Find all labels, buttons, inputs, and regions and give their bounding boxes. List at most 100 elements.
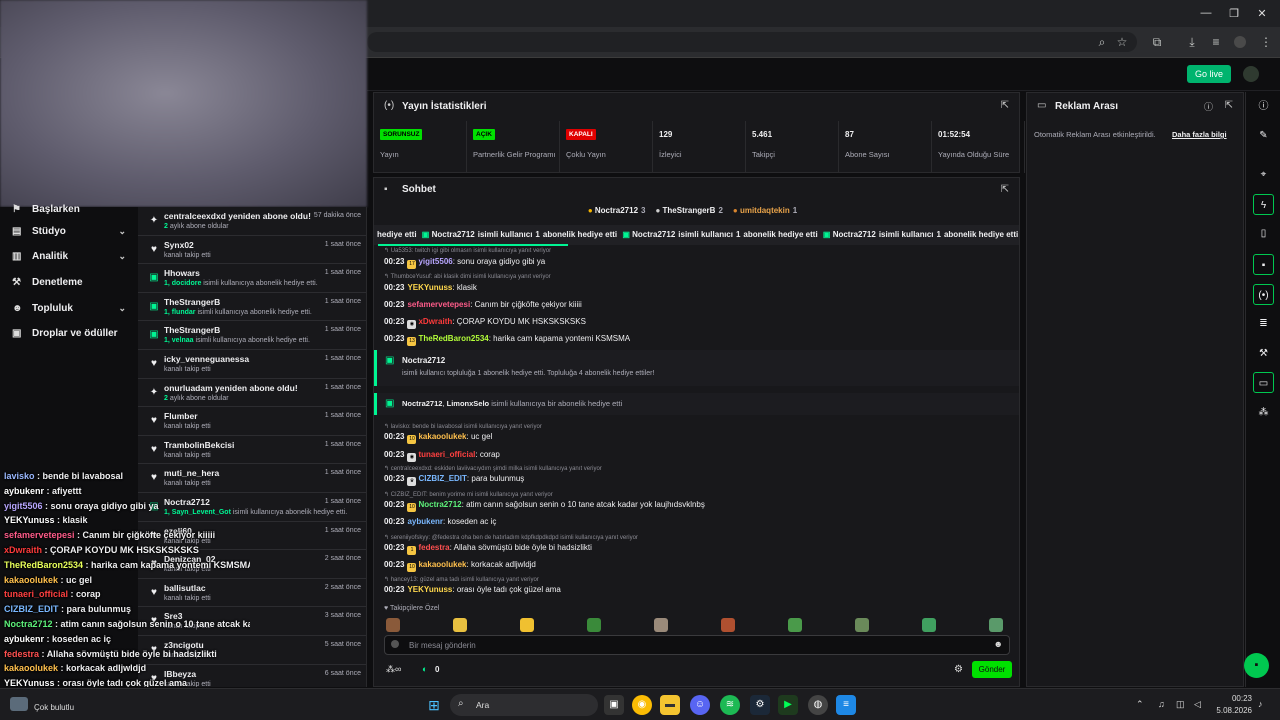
- weather-icon[interactable]: [10, 697, 28, 711]
- gift-user[interactable]: Noctra2712: [402, 399, 442, 408]
- zoom-icon[interactable]: ⌕: [1093, 33, 1111, 51]
- nav-item-drops-rewards[interactable]: ▣ Droplar ve ödüller: [0, 321, 138, 345]
- chat-username[interactable]: aybukenr: [407, 517, 443, 526]
- chat-username[interactable]: TheRedBaron2534: [418, 334, 488, 343]
- people-icon[interactable]: ⁂: [1253, 402, 1274, 423]
- leader-name[interactable]: Noctra2712: [595, 206, 638, 215]
- chat-bubble-icon[interactable]: ▪: [1253, 254, 1274, 275]
- microphone-icon[interactable]: ♫: [1158, 699, 1165, 709]
- emote-picker-icon[interactable]: ☻: [994, 639, 1003, 649]
- bookmark-star-icon[interactable]: ☆: [1113, 33, 1131, 51]
- popout-icon[interactable]: ⇱: [1225, 100, 1233, 111]
- gift-user[interactable]: Noctra2712: [402, 356, 445, 365]
- snapshot-icon[interactable]: ⌖: [1253, 164, 1274, 185]
- edit-pencil-icon[interactable]: ✎: [1253, 125, 1274, 146]
- feed-item[interactable]: ♥ icky_venneguanessa kanalı takip etti 1 sa…: [138, 350, 366, 379]
- chat-message[interactable]: 00:23 10 Noctra2712: atim canın sağolsun s…: [384, 500, 705, 512]
- download-icon[interactable]: ⤓: [1183, 33, 1201, 51]
- leader-name[interactable]: TheStrangerB: [663, 206, 716, 215]
- spotify-icon[interactable]: ≋: [720, 695, 740, 715]
- emote-icon[interactable]: [654, 618, 668, 632]
- chat-username[interactable]: sefamervetepesi: [407, 300, 470, 309]
- address-bar[interactable]: ⌕ ☆: [367, 32, 1137, 52]
- popout-icon[interactable]: ⇱: [1001, 184, 1009, 195]
- nav-item-moderation[interactable]: ⚒ Denetleme: [0, 270, 138, 294]
- learn-more-link[interactable]: Daha fazla bilgi: [1172, 130, 1227, 139]
- emote-icon[interactable]: [520, 618, 534, 632]
- folder-icon[interactable]: ▬: [660, 695, 680, 715]
- volume-icon[interactable]: ◁: [1194, 699, 1201, 710]
- info-icon[interactable]: ⓘ: [1204, 100, 1213, 113]
- broadcast-icon[interactable]: (•): [1253, 284, 1274, 305]
- task-view-icon[interactable]: ▣: [604, 695, 624, 715]
- media-icon[interactable]: ≡: [1207, 33, 1225, 51]
- feed-item[interactable]: ▣ TheStrangerB 1, flundar isimli kullanıcı…: [138, 293, 366, 322]
- emote-icon[interactable]: [453, 618, 467, 632]
- info-icon[interactable]: ⓘ: [1253, 96, 1274, 117]
- chat-message[interactable]: 00:23 YEKYunuss: klasik: [384, 283, 477, 292]
- nav-item-studio[interactable]: ▤ Stüdyo ⌄: [0, 219, 138, 243]
- chat-username[interactable]: yigit5506: [418, 257, 452, 266]
- chat-username[interactable]: fedestra: [418, 543, 449, 552]
- notepad-icon[interactable]: ≡: [836, 695, 856, 715]
- emote-icon[interactable]: [922, 618, 936, 632]
- chat-message[interactable]: 00:23 ◉ tunaeri_official: corap: [384, 450, 500, 462]
- clock-date[interactable]: 5.08.2026: [1206, 706, 1252, 715]
- chat-settings-icon[interactable]: ⚙: [954, 664, 963, 675]
- chat-input[interactable]: Bir mesaj gönderin ☻: [384, 635, 1010, 655]
- popout-icon[interactable]: ⇱: [1001, 100, 1009, 111]
- lightning-icon[interactable]: ϟ: [1253, 194, 1274, 215]
- wrench-icon[interactable]: ⚒: [1253, 343, 1274, 364]
- chat-username[interactable]: YEKYunuss: [407, 283, 452, 292]
- chat-message[interactable]: 00:23 10 kakaoolukek: uc gel: [384, 432, 492, 444]
- maximize-button[interactable]: ❐: [1224, 7, 1244, 20]
- emote-icon[interactable]: [587, 618, 601, 632]
- chat-bubble-icon[interactable]: ▪: [1244, 653, 1269, 678]
- feed-item[interactable]: ▣ TheStrangerB 1, velnaa isimli kullanıcıy…: [138, 321, 366, 350]
- chat-username[interactable]: tunaeri_official: [418, 450, 475, 459]
- chat-username[interactable]: kakaoolukek: [418, 560, 466, 569]
- chat-message[interactable]: 00:23 10 kakaoolukek: korkacak adljwldjd: [384, 560, 536, 572]
- chat-message[interactable]: 00:23 13 TheRedBaron2534: harika cam kapam…: [384, 334, 630, 346]
- emote-icon[interactable]: [989, 618, 1003, 632]
- steam-icon[interactable]: ⚙: [750, 695, 770, 715]
- feed-item[interactable]: ✦ centralceexdxd yeniden abone oldu! 2 ayl…: [138, 207, 366, 236]
- notification-bell-icon[interactable]: ♪: [1258, 699, 1263, 709]
- chat-username[interactable]: CIZBIZ_EDIT: [418, 474, 466, 483]
- profile-avatar[interactable]: [1234, 36, 1246, 48]
- tray-chevron-icon[interactable]: ⌃: [1136, 699, 1144, 710]
- chrome-icon[interactable]: ◉: [632, 695, 652, 715]
- minimize-button[interactable]: —: [1196, 7, 1216, 19]
- app-arrow-icon[interactable]: ▶: [778, 695, 798, 715]
- user-avatar[interactable]: [1243, 66, 1259, 82]
- stack-icon[interactable]: ≣: [1253, 313, 1274, 334]
- nav-item-community[interactable]: ☻ Topluluk ⌄: [0, 296, 138, 320]
- send-button[interactable]: Gönder: [972, 661, 1012, 678]
- feed-item[interactable]: ♥ Flumber kanalı takip etti 1 saat önce: [138, 407, 366, 436]
- discord-icon[interactable]: ☺: [690, 695, 710, 715]
- obs-icon[interactable]: ◍: [808, 695, 828, 715]
- emote-icon[interactable]: [386, 618, 400, 632]
- chat-message[interactable]: 00:23 YEKYunuss: orası öyle tadı çok güze…: [384, 585, 561, 594]
- close-window-button[interactable]: ✕: [1252, 7, 1272, 20]
- chat-message[interactable]: 00:23 ◉ xDwraith: ÇORAP KOYDU MK HSKSKSKSK…: [384, 317, 586, 329]
- network-icon[interactable]: ◫: [1176, 699, 1185, 710]
- extensions-icon[interactable]: ⧉: [1148, 33, 1166, 51]
- nav-item-analytics[interactable]: ▥ Analitik ⌄: [0, 244, 138, 268]
- go-live-button[interactable]: Go live: [1187, 65, 1231, 83]
- feed-item[interactable]: ♥ Synx02 kanalı takip etti 1 saat önce: [138, 236, 366, 265]
- feed-item[interactable]: ✦ onurluadam yeniden abone oldu! 2 aylık a…: [138, 379, 366, 408]
- emote-icon[interactable]: [788, 618, 802, 632]
- windows-start-icon[interactable]: ⊞: [424, 695, 444, 715]
- emote-icon[interactable]: [721, 618, 735, 632]
- chat-message[interactable]: 00:23 1 fedestra: Allaha sövmüştü bide öyl…: [384, 543, 592, 555]
- feed-item[interactable]: ▣ Hhowars 1, docidore isimli kullanıcıya a…: [138, 264, 366, 293]
- chat-message[interactable]: 00:23 17 yigit5506: sonu oraya gidiyo gibi…: [384, 257, 545, 269]
- chat-message[interactable]: 00:23 sefamervetepesi: Canım bir çiğköfte…: [384, 300, 582, 309]
- gift-user[interactable]: LimonxSelo: [447, 399, 490, 408]
- chat-username[interactable]: kakaoolukek: [418, 432, 466, 441]
- chat-username[interactable]: YEKYunuss: [407, 585, 452, 594]
- taskbar-search[interactable]: ⌕ Ara: [450, 694, 598, 716]
- clock-time[interactable]: 00:23: [1212, 694, 1252, 703]
- chat-message[interactable]: 00:23 ♛ CIZBIZ_EDIT: para bulunmuş: [384, 474, 524, 486]
